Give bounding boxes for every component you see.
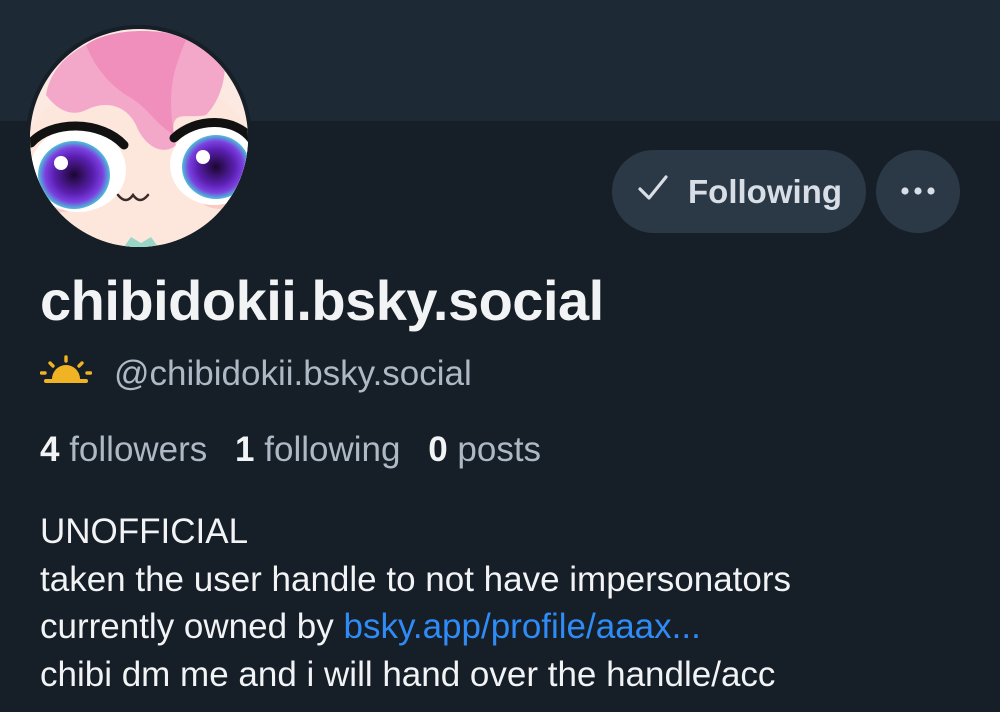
- handle[interactable]: @chibidokii.bsky.social: [114, 354, 472, 394]
- bio-line-2: taken the user handle to not have impers…: [40, 559, 792, 599]
- bio-line-3-prefix: currently owned by: [40, 607, 344, 646]
- following-stat[interactable]: 1 following: [235, 430, 400, 469]
- following-count: 1: [235, 430, 255, 469]
- bio-line-3: currently owned by bsky.app/profile/aaax…: [40, 603, 791, 651]
- posts-count: 0: [428, 430, 448, 469]
- display-name: chibidokii.bsky.social: [40, 269, 604, 332]
- following-button[interactable]: Following: [612, 150, 866, 233]
- bio-profile-link[interactable]: bsky.app/profile/aaax...: [343, 607, 700, 646]
- handle-row: @chibidokii.bsky.social: [39, 354, 472, 394]
- posts-label: posts: [457, 430, 542, 469]
- followers-count: 4: [40, 430, 60, 469]
- posts-stat: 0 posts: [428, 430, 541, 469]
- profile-bio: UNOFFICIAL taken the user handle to not …: [40, 508, 791, 698]
- following-label: following: [264, 430, 401, 469]
- following-button-label: Following: [688, 172, 842, 210]
- avatar[interactable]: [26, 25, 252, 251]
- followers-label: followers: [69, 430, 208, 469]
- profile-stats: 4 followers 1 following 0 posts: [40, 430, 559, 470]
- checkmark-icon: [636, 171, 670, 213]
- ellipsis-icon: [900, 183, 936, 201]
- bio-line-4: chibi dm me and i will hand over the han…: [40, 654, 776, 694]
- more-options-button[interactable]: [876, 150, 960, 233]
- bio-line-1: UNOFFICIAL: [40, 512, 249, 551]
- sun-icon: [39, 354, 93, 394]
- followers-stat[interactable]: 4 followers: [40, 430, 207, 469]
